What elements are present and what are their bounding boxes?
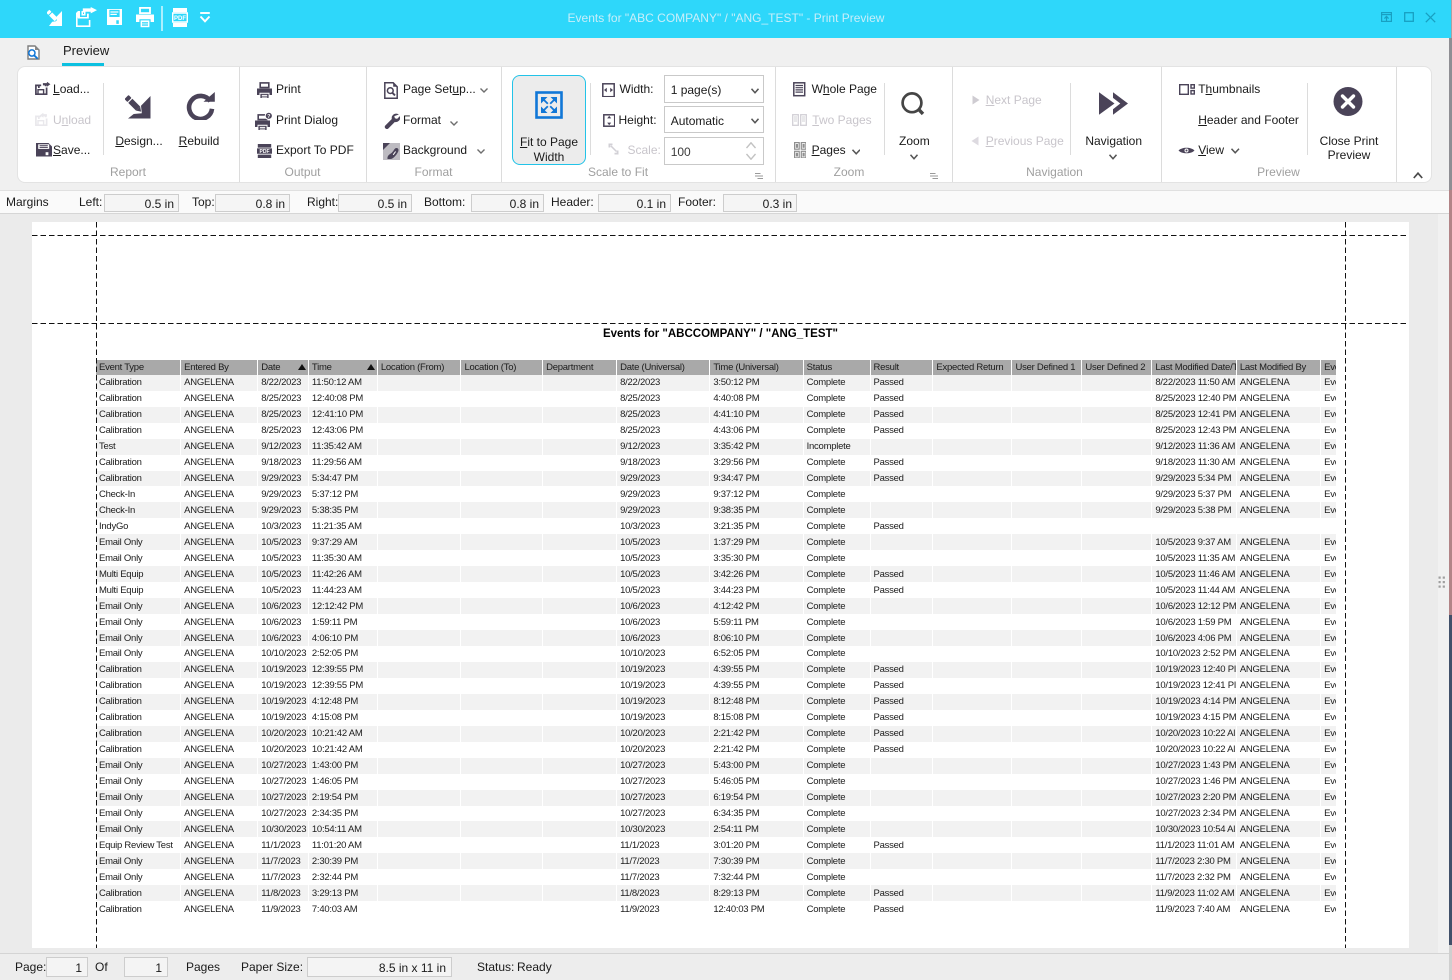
svg-text:PDF: PDF [174, 16, 186, 22]
svg-text:PDF: PDF [260, 149, 270, 155]
